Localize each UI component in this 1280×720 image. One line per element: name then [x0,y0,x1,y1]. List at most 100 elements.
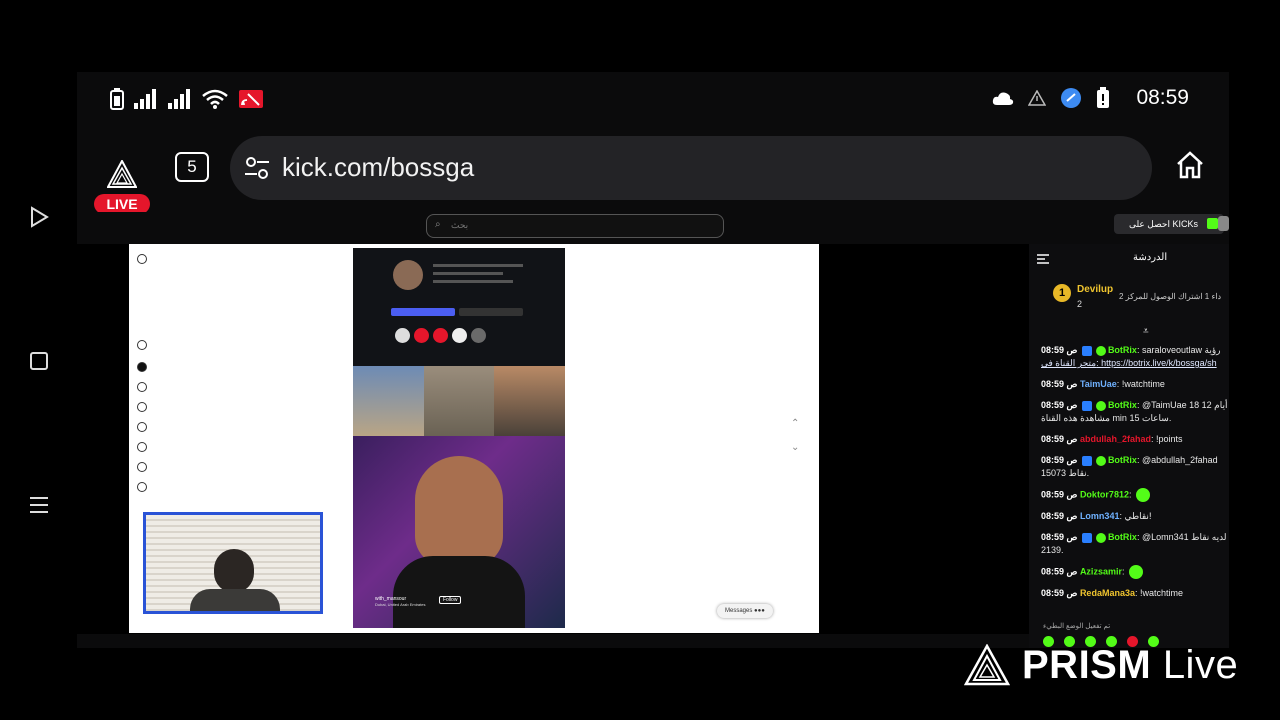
home-square-icon[interactable] [28,350,50,372]
site-settings-icon[interactable] [244,156,270,180]
back-triangle-icon[interactable] [28,206,50,228]
streamer-webcam [143,512,323,614]
instagram-profile-card [353,248,565,366]
rank-badge: 1 [1053,284,1071,302]
post-thumbnail [423,366,495,436]
chat-username[interactable]: Azizsamir [1080,566,1122,576]
address-bar[interactable]: kick.com/bossga [230,136,1152,200]
home-icon[interactable] [1175,150,1205,180]
chat-message: 08:59 ص Doktor7812: [1041,488,1229,502]
signal-icon [134,89,156,109]
instagram-messages-chip: Messages ●●● [717,604,773,618]
prism-live-badge[interactable]: LIVE [94,152,150,214]
cast-icon [239,90,263,108]
chat-username[interactable]: Doktor7812 [1080,489,1129,499]
slow-mode-notice: تم تفعيل الوضع البطيء [1043,623,1111,630]
messages-chip-label: Messages [725,608,753,614]
kick-search-box[interactable]: ⌕ بحث [426,214,724,238]
chat-link[interactable]: متجر القناة في: https://botrix.live/k/bo… [1041,358,1217,368]
user-avatar[interactable] [1218,216,1229,231]
url-text[interactable]: kick.com/bossga [282,152,474,183]
mod-badge-icon [1081,345,1092,356]
pinned-username: Devilup [1077,284,1114,295]
chat-username[interactable]: BotRix [1108,455,1137,465]
prism-logo-icon [964,644,1010,686]
chat-username[interactable]: RedaMana3a [1080,588,1135,598]
streamer-head [214,549,254,593]
highlight-circle [471,328,486,343]
chat-message: 08:59 ص Lomn341: نقاطي! [1041,511,1152,521]
chat-message-list: 08:59 ص BotRix: saraloveoutlaw رؤية متجر … [1041,344,1229,608]
home-nav-icon [137,340,147,350]
chat-username[interactable]: abdullah_2fahad [1080,434,1151,444]
recents-menu-icon[interactable] [28,494,50,516]
shared-screen: with_mansour Dubai, United Arab Emirates… [129,244,819,633]
message-button [459,308,523,316]
person-body [393,556,525,628]
emote-icon [1135,488,1150,502]
emote-icon [1128,565,1143,579]
signal-icon-2 [168,89,190,109]
instagram-logo-icon [137,254,147,264]
post-thumbnail [353,366,424,436]
chat-username[interactable]: Lomn341 [1080,511,1120,521]
chat-message: 08:59 ص TaimUae: !watchtime [1041,379,1165,389]
bio-line [433,280,513,283]
pinned-leaderboard[interactable]: 1 Devilup 2 داء 1 اشتراك الوصول للمركز 2 [1029,280,1229,316]
messages-nav-icon [137,382,147,392]
chat-header: الدردشة [1029,244,1229,272]
collapse-chat-icon[interactable] [1037,254,1049,264]
stream-player[interactable]: with_mansour Dubai, United Arab Emirates… [77,244,1029,634]
reel-follow-button: Follow [439,596,462,604]
chat-username[interactable]: TaimUae [1080,379,1117,389]
reels-nav-icon [137,362,147,372]
mod-badge-icon [1081,400,1092,411]
battery-icon-2 [1097,87,1110,108]
search-nav-icon [137,402,147,412]
chat-title: الدردشة [1133,252,1168,263]
reel-location: Dubai, United Arab Emirates [375,602,426,607]
post-thumbnail [494,366,566,436]
person-face [415,456,503,566]
vpn-icon [1061,88,1082,108]
explore-nav-icon [137,422,147,432]
pinned-text: داء 1 اشتراك الوصول للمركز 2 [1119,292,1222,301]
verified-badge-icon [1095,400,1106,411]
chat-panel: الدردشة 1 Devilup 2 داء 1 اشتراك الوصول … [1029,244,1229,648]
tab-switcher-button[interactable]: 5 [175,152,209,182]
search-placeholder: بحث [451,220,469,230]
clock: 08:59 [1136,86,1189,109]
scroll-down-icon: ⌄ [791,442,800,453]
warning-icon [1028,90,1047,106]
get-kicks-button[interactable]: احصل على KICKs [1114,214,1224,234]
chat-message: 08:59 ص BotRix: @abdullah_2fahad نقاط 150… [1041,455,1218,478]
chat-username[interactable]: BotRix [1108,400,1137,410]
chat-username[interactable]: BotRix [1108,532,1137,542]
chat-message: 08:59 ص BotRix: @TaimUae 18 أيام 12 مشاهد… [1041,400,1228,423]
highlight-circle [433,328,448,343]
verified-badge-icon [1095,532,1106,543]
post-grid [353,366,566,436]
profile-avatar [393,260,423,290]
battery-icon [110,88,124,110]
verified-badge-icon [1095,345,1106,356]
highlight-circle [452,328,467,343]
live-indicator: LIVE [94,194,150,214]
heart-nav-icon [137,442,147,452]
chat-message: 08:59 ص RedaMana3a: !watchtime [1041,588,1183,598]
prism-live-watermark: PRISM Live [964,642,1238,688]
bio-line [433,264,523,267]
search-icon: ⌕ [435,219,441,230]
cloud-icon [993,92,1014,105]
android-nav-bar [0,180,77,540]
scroll-up-icon: ⌃ [791,418,800,429]
pinned-count: 2 [1077,299,1083,309]
wifi-icon [202,89,228,109]
expand-chevron-icon[interactable]: ⩡ [1143,326,1149,337]
highlight-circle [414,328,429,343]
chat-username[interactable]: BotRix [1108,345,1137,355]
chat-message: 08:59 ص Azizsamir: [1041,565,1229,579]
streamer-body [190,589,280,611]
create-nav-icon [137,462,147,472]
chat-message: 08:59 ص BotRix: saraloveoutlaw رؤية متجر … [1041,345,1221,368]
